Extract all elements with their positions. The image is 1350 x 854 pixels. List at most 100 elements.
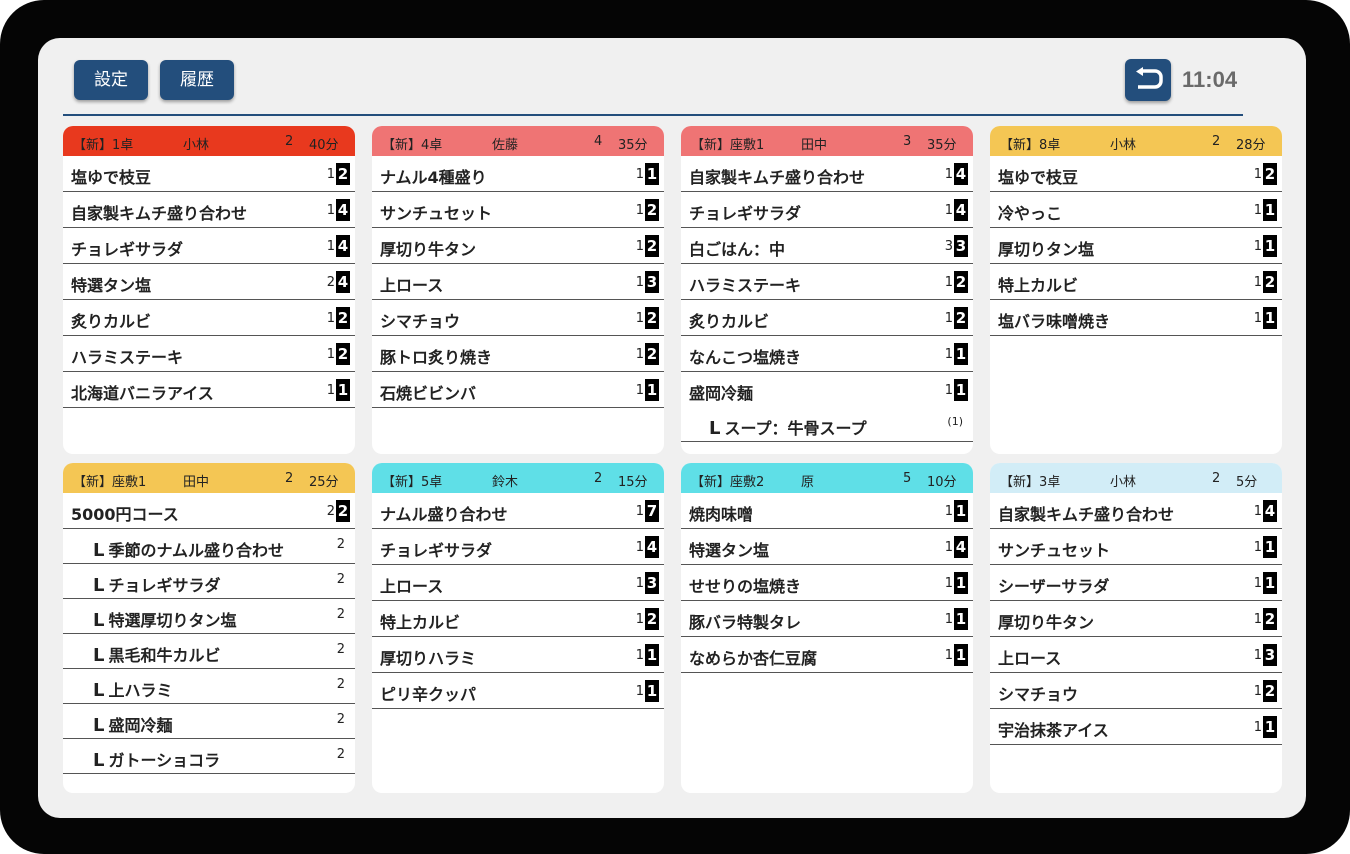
item-name: 厚切りタン塩 [998,240,1095,259]
order-item-row[interactable]: 焼肉味噌 1 1 [681,493,973,529]
order-item-row[interactable]: ハラミステーキ 1 2 [63,336,355,372]
sub-item-row[interactable]: L スープ：牛骨スープ (1) [681,407,973,442]
order-item-row[interactable]: 特上カルビ 1 2 [372,601,664,637]
order-item-row[interactable]: 豚バラ特製タレ 1 1 [681,601,973,637]
item-quantity: (1) [947,415,963,428]
item-quantity: 1 [944,612,953,627]
total-quantity-badge: 1 [954,500,968,522]
order-item-row[interactable]: なめらか杏仁豆腐 1 1 [681,637,973,673]
order-item-row[interactable]: サンチュセット 1 2 [372,192,664,228]
total-quantity-badge: 4 [954,163,968,185]
order-item-row[interactable]: 5000円コース 2 2 [63,493,355,529]
order-item-row[interactable]: 厚切り牛タン 1 2 [990,601,1282,637]
order-item-row[interactable]: ナムル4種盛り 1 1 [372,156,664,192]
order-item-row[interactable]: 宇治抹茶アイス 1 1 [990,709,1282,745]
order-card[interactable]: 【新】1卓 小林 2 40分 塩ゆで枝豆 1 2 自家製キムチ盛り合わせ 1 4 チョレギサラダ 1 4… [63,126,355,454]
item-quantity: 1 [635,347,644,362]
sub-item-marker-icon: L [93,680,105,701]
sub-item-row[interactable]: L チョレギサラダ 2 [63,564,355,599]
item-quantity: 2 [326,504,335,519]
sub-item-row[interactable]: L 黒毛和牛カルビ 2 [63,634,355,669]
order-item-row[interactable]: ナムル盛り合わせ 1 7 [372,493,664,529]
order-item-row[interactable]: 塩バラ味噌焼き 1 1 [990,300,1282,336]
order-item-row[interactable]: 石焼ビビンバ 1 1 [372,372,664,408]
item-quantity: 1 [635,612,644,627]
item-name: 厚切り牛タン [998,613,1095,632]
order-item-row[interactable]: 上ロース 1 3 [372,565,664,601]
item-quantity: 2 [336,712,345,727]
order-elapsed: 35分 [927,138,957,153]
item-quantity: 1 [635,239,644,254]
item-name: シマチョウ [998,685,1079,704]
order-item-row[interactable]: 豚トロ炙り焼き 1 2 [372,336,664,372]
total-quantity-badge: 1 [1263,536,1277,558]
total-quantity-badge: 4 [954,199,968,221]
sub-item-name: 黒毛和牛カルビ [108,646,221,665]
order-item-row[interactable]: 白ごはん：中 3 3 [681,228,973,264]
sub-item-name: 盛岡冷麺 [108,716,173,735]
order-item-row[interactable]: 塩ゆで枝豆 1 2 [63,156,355,192]
order-guests: 3 [903,134,912,149]
order-item-row[interactable]: シマチョウ 1 2 [372,300,664,336]
order-card[interactable]: 【新】8卓 小林 2 28分 塩ゆで枝豆 1 2 冷やっこ 1 1 厚切りタン塩 1 1 特上カルビ 1 2 塩… [990,126,1282,454]
item-quantity: 1 [635,684,644,699]
total-quantity-badge: 2 [1263,271,1277,293]
sub-item-row[interactable]: L ガトーショコラ 2 [63,739,355,774]
item-quantity: 1 [1253,576,1262,591]
order-item-row[interactable]: 自家製キムチ盛り合わせ 1 4 [681,156,973,192]
order-item-row[interactable]: 塩ゆで枝豆 1 2 [990,156,1282,192]
order-item-row[interactable]: 上ロース 1 3 [990,637,1282,673]
order-staff: 原 [801,475,815,490]
order-item-row[interactable]: 厚切りタン塩 1 1 [990,228,1282,264]
order-item-row[interactable]: せせりの塩焼き 1 1 [681,565,973,601]
order-item-row[interactable]: チョレギサラダ 1 4 [372,529,664,565]
order-item-row[interactable]: ハラミステーキ 1 2 [681,264,973,300]
sub-item-row[interactable]: L 盛岡冷麺 2 [63,704,355,739]
order-item-row[interactable]: 特選タン塩 1 4 [681,529,973,565]
order-card[interactable]: 【新】5卓 鈴木 2 15分 ナムル盛り合わせ 1 7 チョレギサラダ 1 4 上ロース 1 3 特上カル… [372,463,664,793]
order-item-row[interactable]: 上ロース 1 3 [372,264,664,300]
order-card[interactable]: 【新】座敷1 田中 2 25分 5000円コース 2 2 L 季節のナムル盛り合わせ 2 L チョレギ… [63,463,355,793]
order-item-row[interactable]: 自家製キムチ盛り合わせ 1 4 [63,192,355,228]
order-item-row[interactable]: 炙りカルビ 1 2 [63,300,355,336]
order-staff: 小林 [1110,138,1137,153]
order-item-row[interactable]: 特上カルビ 1 2 [990,264,1282,300]
order-guests: 2 [1212,134,1221,149]
order-item-row[interactable]: チョレギサラダ 1 4 [681,192,973,228]
order-item-row[interactable]: 盛岡冷麺 1 1 [681,372,973,407]
sub-item-row[interactable]: L 季節のナムル盛り合わせ 2 [63,529,355,564]
order-item-row[interactable]: 厚切り牛タン 1 2 [372,228,664,264]
order-item-row[interactable]: 厚切りハラミ 1 1 [372,637,664,673]
order-item-row[interactable]: 特選タン塩 2 4 [63,264,355,300]
order-item-row[interactable]: 自家製キムチ盛り合わせ 1 4 [990,493,1282,529]
order-item-row[interactable]: 北海道バニラアイス 1 1 [63,372,355,408]
item-name: 特上カルビ [380,613,461,632]
order-title: 【新】座敷1 [691,138,765,153]
order-item-row[interactable]: ピリ辛クッパ 1 1 [372,673,664,709]
sub-item-row[interactable]: L 上ハラミ 2 [63,669,355,704]
order-item-row[interactable]: シーザーサラダ 1 1 [990,565,1282,601]
order-item-row[interactable]: サンチュセット 1 1 [990,529,1282,565]
total-quantity-badge: 1 [645,680,659,702]
item-name: 特選タン塩 [71,276,152,295]
item-name: せせりの塩焼き [689,577,802,596]
order-item-row[interactable]: 冷やっこ 1 1 [990,192,1282,228]
order-item-row[interactable]: シマチョウ 1 2 [990,673,1282,709]
order-elapsed: 15分 [618,475,648,490]
order-item-row[interactable]: なんこつ塩焼き 1 1 [681,336,973,372]
total-quantity-badge: 3 [645,572,659,594]
order-card[interactable]: 【新】3卓 小林 2 5分 自家製キムチ盛り合わせ 1 4 サンチュセット 1 1 シーザーサラダ 1… [990,463,1282,793]
item-quantity: 1 [944,383,953,398]
order-item-row[interactable]: チョレギサラダ 1 4 [63,228,355,264]
sub-item-row[interactable]: L 特選厚切りタン塩 2 [63,599,355,634]
history-button[interactable]: 履歴 [160,60,234,100]
item-name: チョレギサラダ [380,541,493,560]
order-item-row[interactable]: 炙りカルビ 1 2 [681,300,973,336]
order-card[interactable]: 【新】座敷1 田中 3 35分 自家製キムチ盛り合わせ 1 4 チョレギサラダ 1 4 白ごはん：中… [681,126,973,454]
order-card[interactable]: 【新】座敷2 原 5 10分 焼肉味噌 1 1 特選タン塩 1 4 せせりの塩焼き 1 1 豚バラ特製タレ… [681,463,973,793]
back-button[interactable] [1125,59,1171,101]
order-title: 【新】5卓 [382,475,443,490]
order-card[interactable]: 【新】4卓 佐藤 4 35分 ナムル4種盛り 1 1 サンチュセット 1 2 厚切り牛タン 1 2 上ロー… [372,126,664,454]
item-name: 5000円コース [71,505,179,524]
settings-button[interactable]: 設定 [74,60,148,100]
